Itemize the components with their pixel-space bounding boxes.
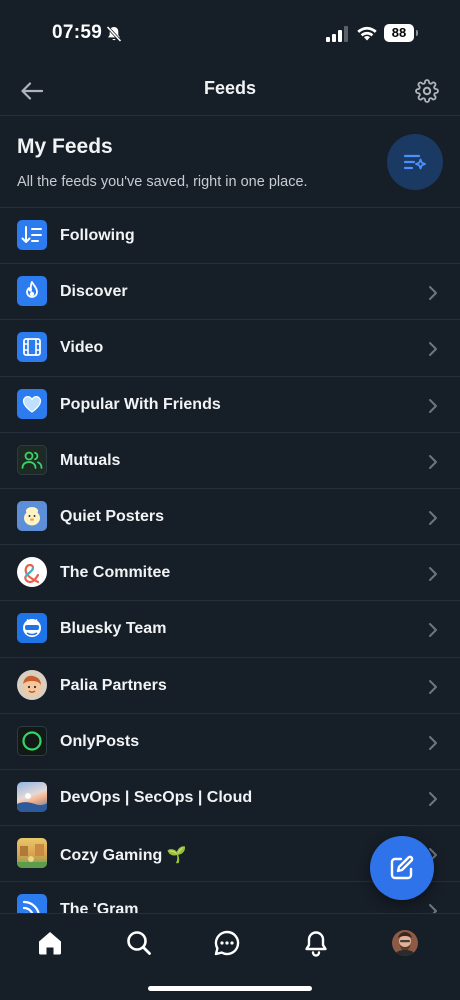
feed-item-bluesky-team[interactable]: Bluesky Team xyxy=(0,601,460,658)
feed-label: The Commitee xyxy=(60,564,171,582)
feed-label: OnlyPosts xyxy=(60,732,140,750)
home-indicator xyxy=(148,986,312,991)
chat-bubble-icon xyxy=(214,930,240,956)
feed-item-following[interactable]: Following xyxy=(0,208,460,265)
chevron-right-icon xyxy=(429,904,437,913)
chevron-right-icon xyxy=(429,342,437,357)
section-subtitle: All the feeds you've saved, right in one… xyxy=(17,174,308,190)
chevron-right-icon xyxy=(429,679,437,694)
search-icon xyxy=(127,931,151,955)
tab-chat[interactable] xyxy=(212,928,242,958)
feed-label: The 'Gram xyxy=(60,901,139,913)
heart-icon xyxy=(17,388,47,419)
bell-icon xyxy=(305,931,327,957)
following-icon xyxy=(17,220,47,250)
home-icon xyxy=(39,932,61,955)
my-feeds-header: My Feeds All the feeds you've saved, rig… xyxy=(0,117,460,208)
bluesky-team-avatar xyxy=(17,613,47,644)
feed-item-video[interactable]: Video xyxy=(0,320,460,377)
gear-icon xyxy=(415,79,439,103)
feed-item-onlyposts[interactable]: OnlyPosts xyxy=(0,714,460,770)
chevron-right-icon xyxy=(429,623,437,638)
discover-feeds-button[interactable] xyxy=(387,134,443,190)
chevron-right-icon xyxy=(429,286,437,301)
feed-item-palia-partners[interactable]: Palia Partners xyxy=(0,658,460,714)
feed-item-devops[interactable]: DevOps | SecOps | Cloud xyxy=(0,770,460,827)
palia-partners-avatar xyxy=(17,669,47,700)
pencil-square-icon xyxy=(390,855,414,880)
discover-icon xyxy=(17,276,47,307)
bell-slash-icon xyxy=(105,25,123,48)
feed-item-the-commitee[interactable]: The Commitee xyxy=(0,545,460,602)
feed-item-discover[interactable]: Discover xyxy=(0,264,460,321)
feed-label: Quiet Posters xyxy=(60,507,165,525)
chevron-right-icon xyxy=(429,454,437,469)
feed-label: Following xyxy=(60,227,135,244)
avatar xyxy=(392,930,418,956)
gram-avatar xyxy=(17,894,47,913)
chevron-right-icon xyxy=(429,398,437,413)
tab-search[interactable] xyxy=(124,928,154,958)
feed-item-quiet-posters[interactable]: Quiet Posters xyxy=(0,489,460,546)
feed-item-popular-with-friends[interactable]: Popular With Friends xyxy=(0,377,460,433)
bottom-tab-bar xyxy=(0,913,460,1000)
feed-label: Video xyxy=(60,339,104,357)
chevron-right-icon xyxy=(429,735,437,750)
feed-label: Popular With Friends xyxy=(60,395,221,413)
tab-profile[interactable] xyxy=(390,928,420,958)
video-icon xyxy=(17,332,47,363)
feed-label: Cozy Gaming 🌱 xyxy=(60,847,187,865)
section-title: My Feeds xyxy=(17,135,113,158)
compose-post-button[interactable] xyxy=(370,836,434,900)
feed-label: Bluesky Team xyxy=(60,620,167,638)
list-sparkle-icon xyxy=(403,154,426,170)
feed-item-mutuals[interactable]: Mutuals xyxy=(0,433,460,489)
feed-label: Mutuals xyxy=(60,451,121,469)
tab-home[interactable] xyxy=(35,928,65,958)
quiet-posters-avatar xyxy=(17,500,47,531)
onlyposts-avatar xyxy=(17,725,47,756)
feed-list: Following Discover Video Popular With Fr… xyxy=(0,208,460,913)
commitee-avatar xyxy=(17,557,47,588)
status-bar: 07:59 88 xyxy=(0,0,460,66)
top-navigation-bar: Feeds xyxy=(0,66,460,116)
status-time: 07:59 xyxy=(52,22,103,43)
cozy-gaming-avatar xyxy=(17,838,47,869)
cellular-signal-icon xyxy=(326,26,348,47)
chevron-right-icon xyxy=(429,510,437,525)
wifi-icon xyxy=(356,24,378,47)
chevron-right-icon xyxy=(429,791,437,806)
feed-label: Palia Partners xyxy=(60,676,167,694)
feed-label: DevOps | SecOps | Cloud xyxy=(60,788,253,806)
feed-label: Discover xyxy=(60,283,128,301)
devops-avatar xyxy=(17,781,47,812)
settings-button[interactable] xyxy=(412,76,442,106)
page-title: Feeds xyxy=(203,78,257,98)
chevron-right-icon xyxy=(429,567,437,582)
tab-notifications[interactable] xyxy=(301,928,331,958)
mutuals-icon xyxy=(17,444,47,475)
battery-indicator: 88 xyxy=(384,24,418,42)
